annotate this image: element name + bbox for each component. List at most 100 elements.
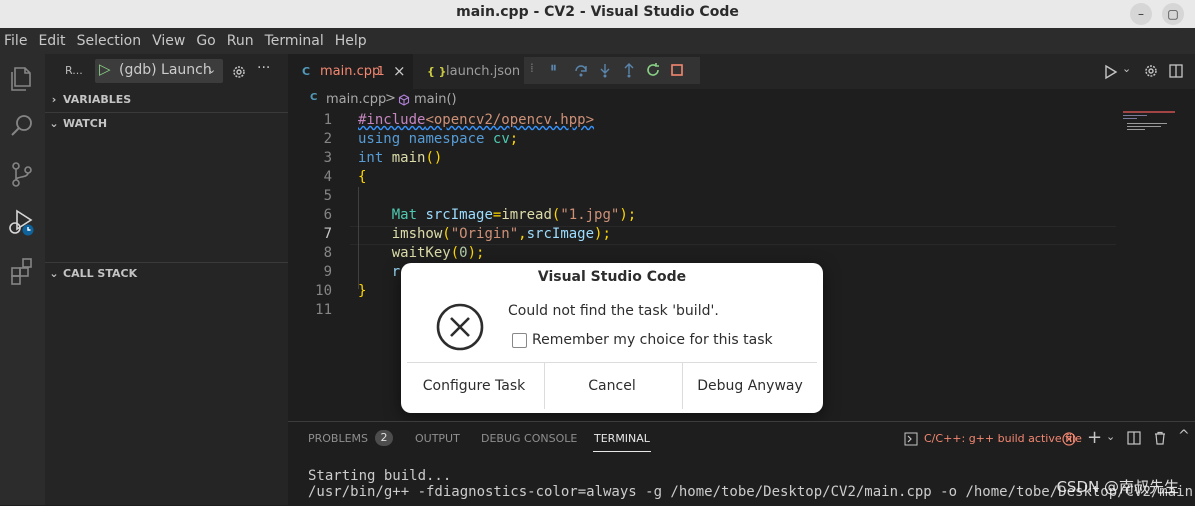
code-line: using namespace cv; [358, 131, 519, 147]
debug-anyway-button[interactable]: Debug Anyway [683, 363, 817, 409]
menu-go[interactable]: Go [192, 28, 222, 54]
line-number: 9 [323, 264, 332, 280]
watch-section-header[interactable]: ⌄ WATCH [45, 112, 288, 135]
problem-count-badge: 1 [377, 64, 385, 78]
code-line: imshow("Origin",srcImage); [391, 226, 611, 242]
menu-terminal[interactable]: Terminal [261, 28, 331, 54]
menu-view[interactable]: View [148, 28, 192, 54]
minimize-button[interactable]: – [1130, 3, 1152, 25]
restart-icon[interactable] [645, 62, 661, 78]
dialog-message: Could not find the task 'build'. [508, 303, 719, 319]
line-number: 5 [323, 188, 332, 204]
debug-sidebar: R... ▷ (gdb) Launch ⌄ ··· › VARIABLES ⌄ WA… [45, 54, 288, 505]
variables-section-header[interactable]: › VARIABLES [45, 89, 288, 111]
step-out-icon[interactable] [621, 62, 637, 78]
tab-problems[interactable]: PROBLEMS [308, 432, 368, 445]
json-file-icon: { } [427, 65, 447, 78]
settings-gear-icon[interactable] [1143, 63, 1159, 79]
window-title: main.cpp - CV2 - Visual Studio Code [456, 4, 739, 20]
task-label[interactable]: C/C++: g++ build active file [924, 432, 1082, 445]
tab-main-cpp-label: main.cpp [320, 64, 381, 79]
close-icon[interactable]: × [393, 54, 406, 89]
call-stack-section-header[interactable]: ⌄ CALL STACK [45, 262, 288, 285]
add-terminal-icon[interactable]: + [1087, 427, 1102, 448]
menu-bar: File Edit Selection View Go Run Terminal Help [0, 28, 1195, 54]
tab-main-cpp[interactable]: C main.cpp 1 × [288, 54, 413, 89]
title-bar: main.cpp - CV2 - Visual Studio Code – ▢ [0, 0, 1195, 28]
start-debug-icon[interactable]: ▷ [99, 60, 111, 78]
line-number: 10 [315, 283, 332, 299]
menu-file[interactable]: File [0, 28, 34, 54]
breadcrumb-symbol[interactable]: main() [414, 92, 457, 107]
menu-help[interactable]: Help [331, 28, 374, 54]
source-control-icon[interactable] [6, 158, 38, 190]
tab-launch-json-label: launch.json [446, 64, 521, 79]
cancel-button[interactable]: Cancel [545, 363, 679, 409]
configure-task-button[interactable]: Configure Task [407, 363, 541, 409]
breadcrumb-file[interactable]: main.cpp [326, 92, 386, 107]
error-circle-x-icon [436, 303, 484, 351]
stop-icon[interactable] [669, 62, 685, 78]
chevron-down-icon[interactable]: ⌄ [1122, 62, 1131, 75]
line-number: 4 [323, 169, 332, 185]
search-icon[interactable] [6, 110, 38, 142]
line-number: 7 [323, 226, 332, 242]
step-over-icon[interactable] [573, 62, 589, 78]
chevron-up-icon[interactable]: ^ [1178, 428, 1190, 444]
tab-terminal[interactable]: TERMINAL [594, 432, 650, 445]
error-circle-icon [1062, 432, 1076, 446]
run-view-title: R... [65, 64, 83, 77]
debug-toolbar: ⁞ ⏸ [524, 57, 700, 84]
cpp-file-icon: C [302, 65, 314, 78]
maximize-button[interactable]: ▢ [1162, 3, 1184, 25]
watch-section-title: WATCH [63, 117, 108, 130]
terminal-icon [904, 432, 918, 446]
menu-run[interactable]: Run [223, 28, 261, 54]
tab-launch-json[interactable]: { } launch.json [413, 54, 523, 89]
code-line: #include<opencv2/opencv.hpp> [358, 112, 595, 128]
step-into-icon[interactable] [597, 62, 613, 78]
drag-handle-icon[interactable]: ⁞ [530, 61, 534, 75]
pause-icon[interactable]: ⏸ [550, 60, 557, 76]
chevron-down-icon: ⌄ [49, 267, 59, 280]
activity-bar [0, 54, 45, 505]
code-line: Mat srcImage=imread("1.jpg"); [391, 207, 637, 223]
run-debug-icon[interactable] [6, 206, 38, 238]
line-number: 3 [323, 150, 332, 166]
chevron-down-icon[interactable]: ⌄ [1106, 430, 1115, 443]
split-editor-icon[interactable] [1168, 63, 1184, 79]
code-line: waitKey(0); [391, 245, 485, 261]
remember-choice-label[interactable]: Remember my choice for this task [532, 332, 773, 348]
explorer-icon[interactable] [6, 62, 38, 94]
tab-debug-console[interactable]: DEBUG CONSOLE [481, 432, 577, 445]
active-tab-indicator [593, 451, 651, 452]
code-line: int main() [358, 150, 443, 166]
gear-icon[interactable] [231, 64, 247, 80]
chevron-down-icon: ⌄ [207, 63, 217, 76]
menu-selection[interactable]: Selection [73, 28, 149, 54]
launch-config-select[interactable]: ▷ (gdb) Launch ⌄ [95, 59, 223, 83]
cpp-file-icon: C [310, 92, 321, 103]
minimap[interactable] [1123, 111, 1181, 137]
tab-output[interactable]: OUTPUT [415, 432, 460, 445]
call-stack-section-title: CALL STACK [63, 267, 138, 280]
code-line: r [358, 264, 401, 280]
run-debug-file-icon[interactable] [1102, 63, 1120, 81]
line-number: 1 [323, 112, 332, 128]
terminal-line: Starting build... [308, 468, 452, 484]
variables-section-title: VARIABLES [63, 93, 132, 106]
menu-edit[interactable]: Edit [34, 28, 72, 54]
trash-icon[interactable] [1153, 431, 1167, 445]
extensions-icon[interactable] [6, 254, 38, 286]
line-number: 6 [323, 207, 332, 223]
chevron-right-icon: › [51, 93, 57, 106]
split-terminal-icon[interactable] [1127, 431, 1141, 445]
line-number: 8 [323, 245, 332, 261]
remember-choice-checkbox[interactable] [512, 333, 527, 348]
problems-count-badge: 2 [375, 430, 393, 446]
code-line: { [358, 169, 367, 185]
code-line: } [358, 283, 367, 299]
editor-tab-bar: C main.cpp 1 × { } launch.json ⁞ ⏸ ⌄ [288, 54, 1195, 89]
more-actions-icon[interactable]: ··· [257, 60, 270, 76]
method-cube-icon [398, 94, 410, 106]
